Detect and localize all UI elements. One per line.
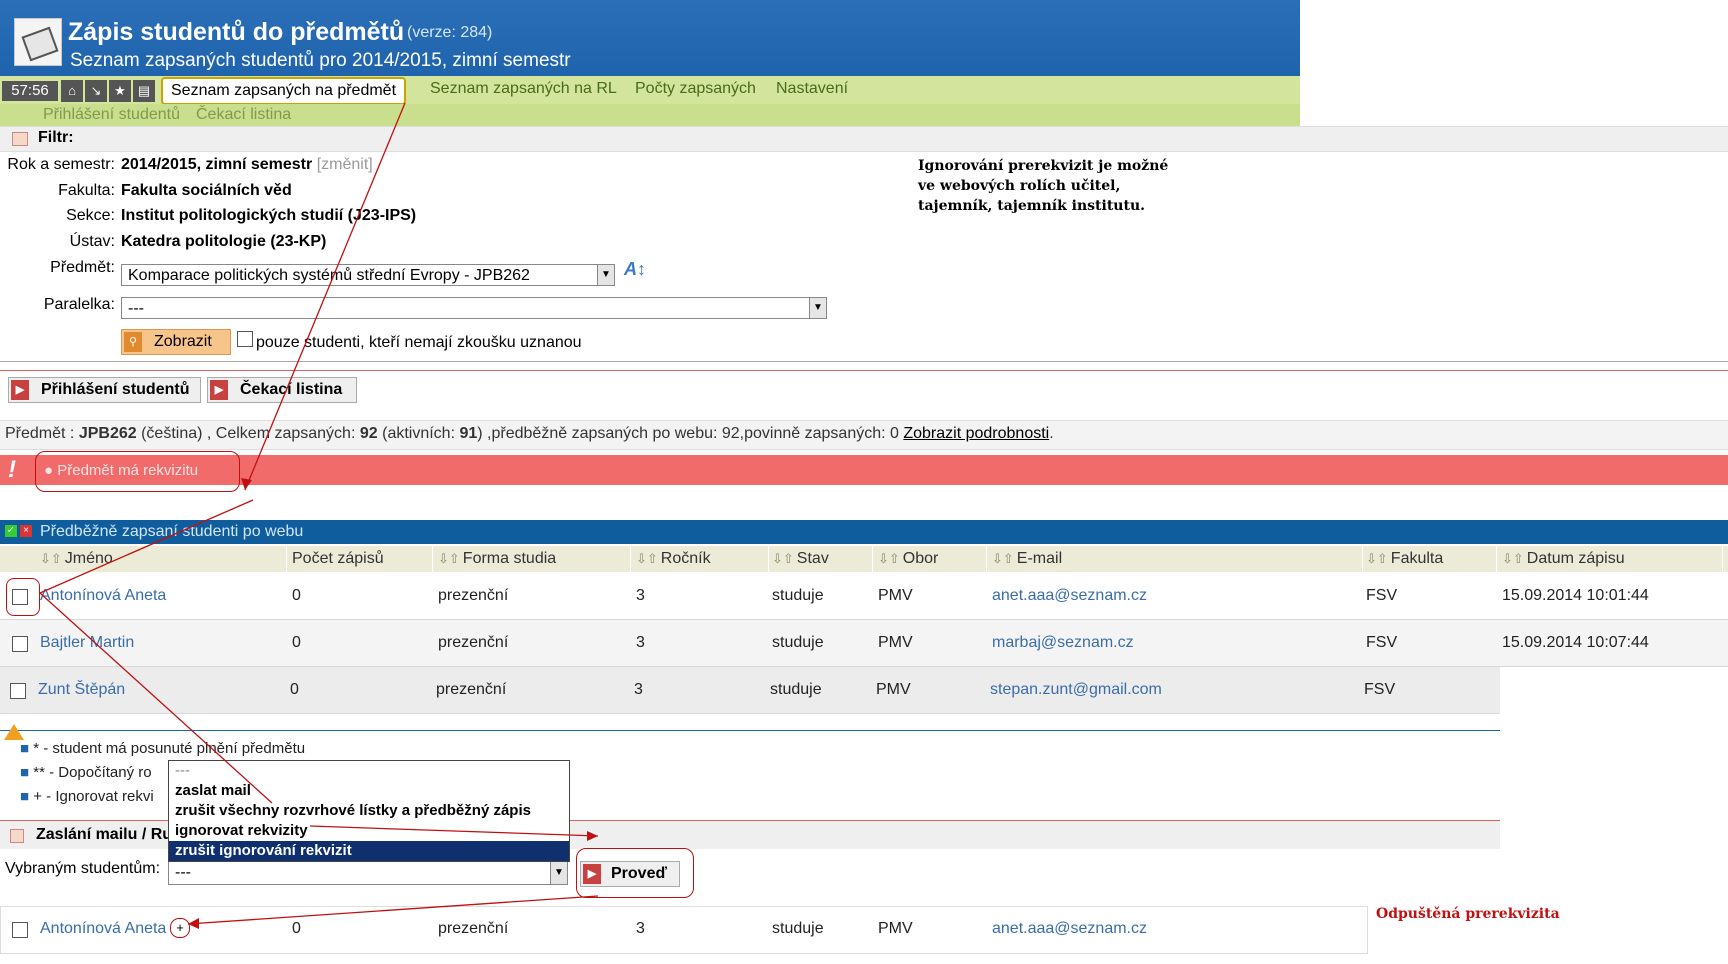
arrowhead (587, 831, 598, 841)
arrowhead (188, 918, 199, 929)
annotation-arrow (309, 825, 599, 837)
annotation-arrows (39, 102, 599, 929)
annotation-arrow (39, 592, 273, 804)
annotation-arrow (244, 102, 406, 491)
annotation-arrow (187, 895, 599, 925)
arrowhead (241, 478, 252, 490)
annotation-arrow (39, 499, 254, 594)
